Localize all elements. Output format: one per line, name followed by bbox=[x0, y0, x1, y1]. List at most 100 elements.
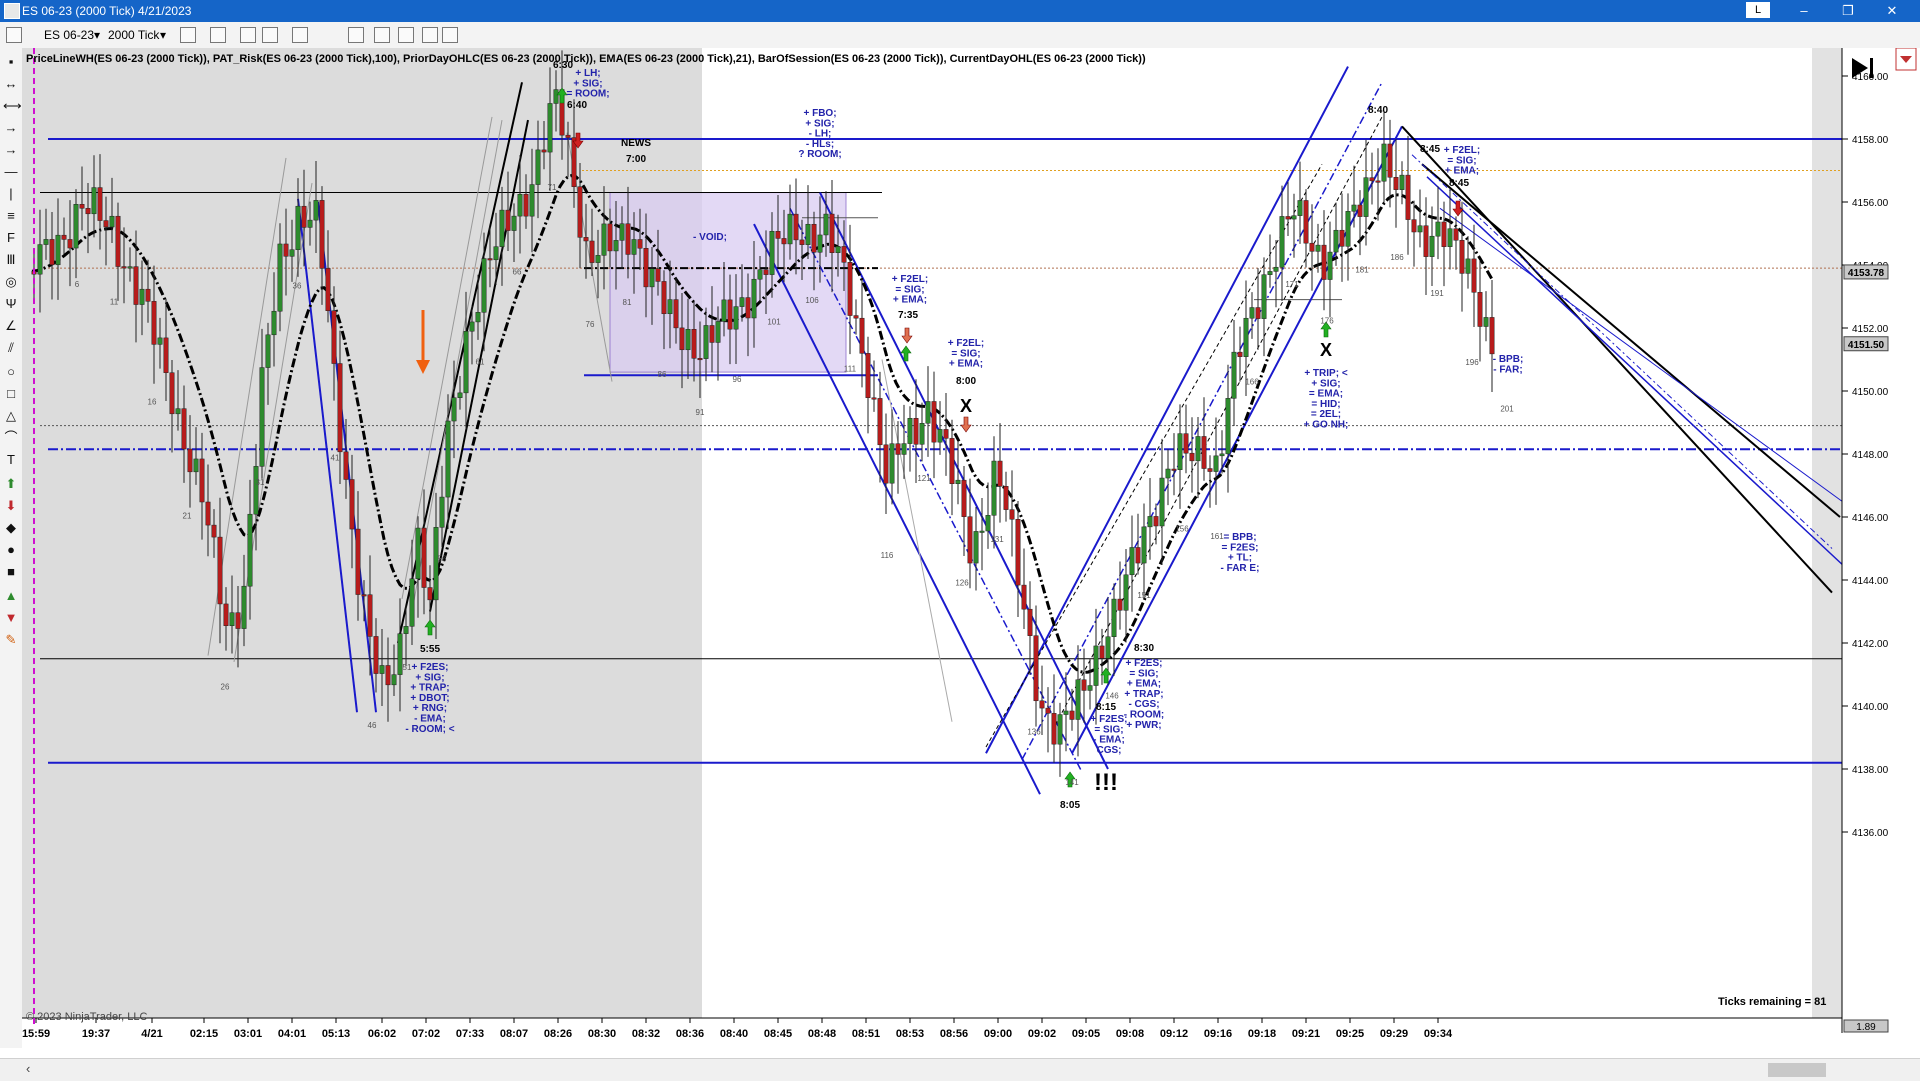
fib-time-icon[interactable]: Ⅲ bbox=[3, 252, 19, 268]
interval-dropdown-icon[interactable]: ▾ bbox=[160, 26, 166, 44]
f2es-annotation-555: - ROOM; < bbox=[405, 724, 454, 735]
bar-type-icon[interactable] bbox=[180, 27, 196, 43]
time-label-830: 8:30 bbox=[1134, 643, 1154, 654]
time-label-800: 8:00 bbox=[956, 376, 976, 387]
bar-number: 41 bbox=[331, 453, 340, 462]
minimize-button[interactable]: – bbox=[1782, 0, 1826, 22]
instrument-selector[interactable]: ES 06-23 bbox=[44, 26, 94, 44]
time-tick-label: 09:21 bbox=[1292, 1028, 1320, 1040]
triangle-down-icon[interactable]: ▼ bbox=[3, 610, 19, 626]
lower-axis-label: 1.89 bbox=[1856, 1022, 1876, 1033]
add-indicator-icon[interactable] bbox=[240, 27, 256, 43]
down-candle bbox=[505, 209, 511, 231]
up-candle bbox=[649, 268, 655, 288]
regression-channel-icon[interactable]: ⫽ bbox=[3, 340, 19, 356]
down-candle bbox=[319, 200, 325, 269]
scroll-left-icon[interactable]: ‹ bbox=[26, 1061, 30, 1076]
crosshair-icon[interactable] bbox=[292, 27, 308, 43]
news-label: NEWS bbox=[621, 138, 651, 149]
panel-menu-icon[interactable] bbox=[1895, 47, 1917, 71]
down-candle bbox=[841, 246, 847, 263]
ellipse-tool-icon[interactable]: ○ bbox=[3, 364, 19, 380]
up-candle bbox=[1435, 221, 1441, 237]
down-candle bbox=[523, 193, 529, 217]
ray-tool-icon[interactable]: ↔ bbox=[3, 76, 19, 92]
strategy-icon[interactable] bbox=[262, 27, 278, 43]
bar-number: 171 bbox=[1285, 280, 1299, 289]
horizontal-scrollbar[interactable]: ‹ bbox=[0, 1058, 1920, 1081]
bar-number: 6 bbox=[75, 280, 80, 289]
properties-icon[interactable] bbox=[442, 27, 458, 43]
dot-icon[interactable]: ● bbox=[3, 542, 19, 558]
down-candle bbox=[1117, 598, 1123, 611]
down-candle bbox=[151, 301, 157, 345]
bar-number: 141 bbox=[1065, 778, 1079, 787]
line-tool-icon[interactable]: ⟷ bbox=[3, 98, 22, 114]
up-candle bbox=[925, 401, 931, 424]
fib-circle-icon[interactable]: ◎ bbox=[3, 274, 19, 290]
bar-number: 161 bbox=[1210, 532, 1224, 541]
up-candle bbox=[403, 626, 409, 634]
up-candle bbox=[193, 458, 199, 473]
horizontal-line-icon[interactable]: — bbox=[3, 164, 19, 180]
bar-number: 176 bbox=[1320, 316, 1334, 325]
interval-selector[interactable]: 2000 Tick bbox=[108, 26, 159, 44]
triangle-up-icon[interactable]: ▲ bbox=[3, 588, 19, 604]
close-button[interactable]: ✕ bbox=[1870, 0, 1914, 22]
price-tick-label: 4156.00 bbox=[1852, 198, 1889, 209]
up-candle bbox=[1333, 229, 1339, 253]
rectangle-tool-icon[interactable]: □ bbox=[3, 386, 19, 402]
drawing-tool-icon[interactable] bbox=[210, 27, 226, 43]
chart-panel[interactable]: 6:30 + LH; + SIG; = ROOM; 6:40 NEWS 7:00 + FBO;… bbox=[22, 47, 1920, 1048]
up-candle bbox=[469, 321, 475, 332]
extended-line-icon[interactable]: → bbox=[3, 120, 19, 136]
fib-retracement-icon[interactable]: ≡ bbox=[3, 208, 19, 224]
down-candle bbox=[1387, 143, 1393, 178]
up-candle bbox=[445, 420, 451, 498]
text-tool-icon[interactable]: T bbox=[3, 452, 19, 468]
pitchfork-icon[interactable]: Ψ bbox=[3, 296, 19, 312]
triangle-tool-icon[interactable]: △ bbox=[3, 408, 19, 424]
up-candle bbox=[517, 193, 523, 217]
arc-tool-icon[interactable]: ⌒ bbox=[3, 430, 19, 446]
arrow-down-icon[interactable]: ⬇ bbox=[3, 498, 19, 514]
bar-number: 131 bbox=[990, 535, 1004, 544]
share-icon[interactable] bbox=[422, 27, 438, 43]
layout-button[interactable]: L bbox=[1746, 2, 1770, 18]
square-icon[interactable]: ■ bbox=[3, 564, 19, 580]
x-mark-2: X bbox=[1320, 340, 1332, 360]
screenshot-icon[interactable] bbox=[398, 27, 414, 43]
fib-extension-icon[interactable]: F bbox=[3, 230, 19, 246]
chart-menu-icon[interactable] bbox=[6, 27, 22, 43]
up-candle bbox=[751, 278, 757, 319]
down-candle bbox=[871, 397, 877, 400]
down-candle bbox=[811, 223, 817, 253]
down-candle bbox=[103, 220, 109, 228]
price-tick-label: 4144.00 bbox=[1852, 576, 1889, 587]
data-box-icon[interactable] bbox=[374, 27, 390, 43]
down-candle bbox=[133, 266, 139, 305]
chart-trader-icon[interactable] bbox=[348, 27, 364, 43]
price-tick-label: 4150.00 bbox=[1852, 387, 1889, 398]
price-chart[interactable]: 6:30+ LH;+ SIG;= ROOM;6:40NEWS7:00+ FBO;… bbox=[22, 47, 1920, 1048]
app-icon bbox=[4, 3, 20, 19]
gann-fan-icon[interactable]: ∠ bbox=[3, 318, 19, 334]
arrow-line-icon[interactable]: → bbox=[3, 142, 19, 158]
up-candle bbox=[985, 515, 991, 532]
up-candle bbox=[1267, 271, 1273, 275]
scroll-thumb[interactable] bbox=[1768, 1063, 1826, 1077]
bpb-annotation: - FAR E; bbox=[1221, 563, 1260, 574]
down-candle bbox=[643, 248, 649, 288]
chart-toolbar: ES 06-23 ▾ 2000 Tick ▾ bbox=[0, 22, 1920, 49]
down-candle bbox=[781, 238, 787, 245]
up-candle bbox=[619, 223, 625, 241]
diamond-icon[interactable]: ◆ bbox=[3, 520, 19, 536]
instrument-dropdown-icon[interactable]: ▾ bbox=[94, 26, 100, 44]
vertical-line-icon[interactable]: | bbox=[3, 186, 19, 202]
arrow-up-icon[interactable]: ⬆ bbox=[3, 476, 19, 492]
up-candle bbox=[1315, 244, 1321, 252]
remove-drawings-icon[interactable]: ✎ bbox=[3, 632, 19, 648]
time-tick-label: 09:05 bbox=[1072, 1028, 1100, 1040]
cursor-tool-icon[interactable]: ▪ bbox=[3, 54, 19, 70]
restore-button[interactable]: ❐ bbox=[1826, 0, 1870, 22]
